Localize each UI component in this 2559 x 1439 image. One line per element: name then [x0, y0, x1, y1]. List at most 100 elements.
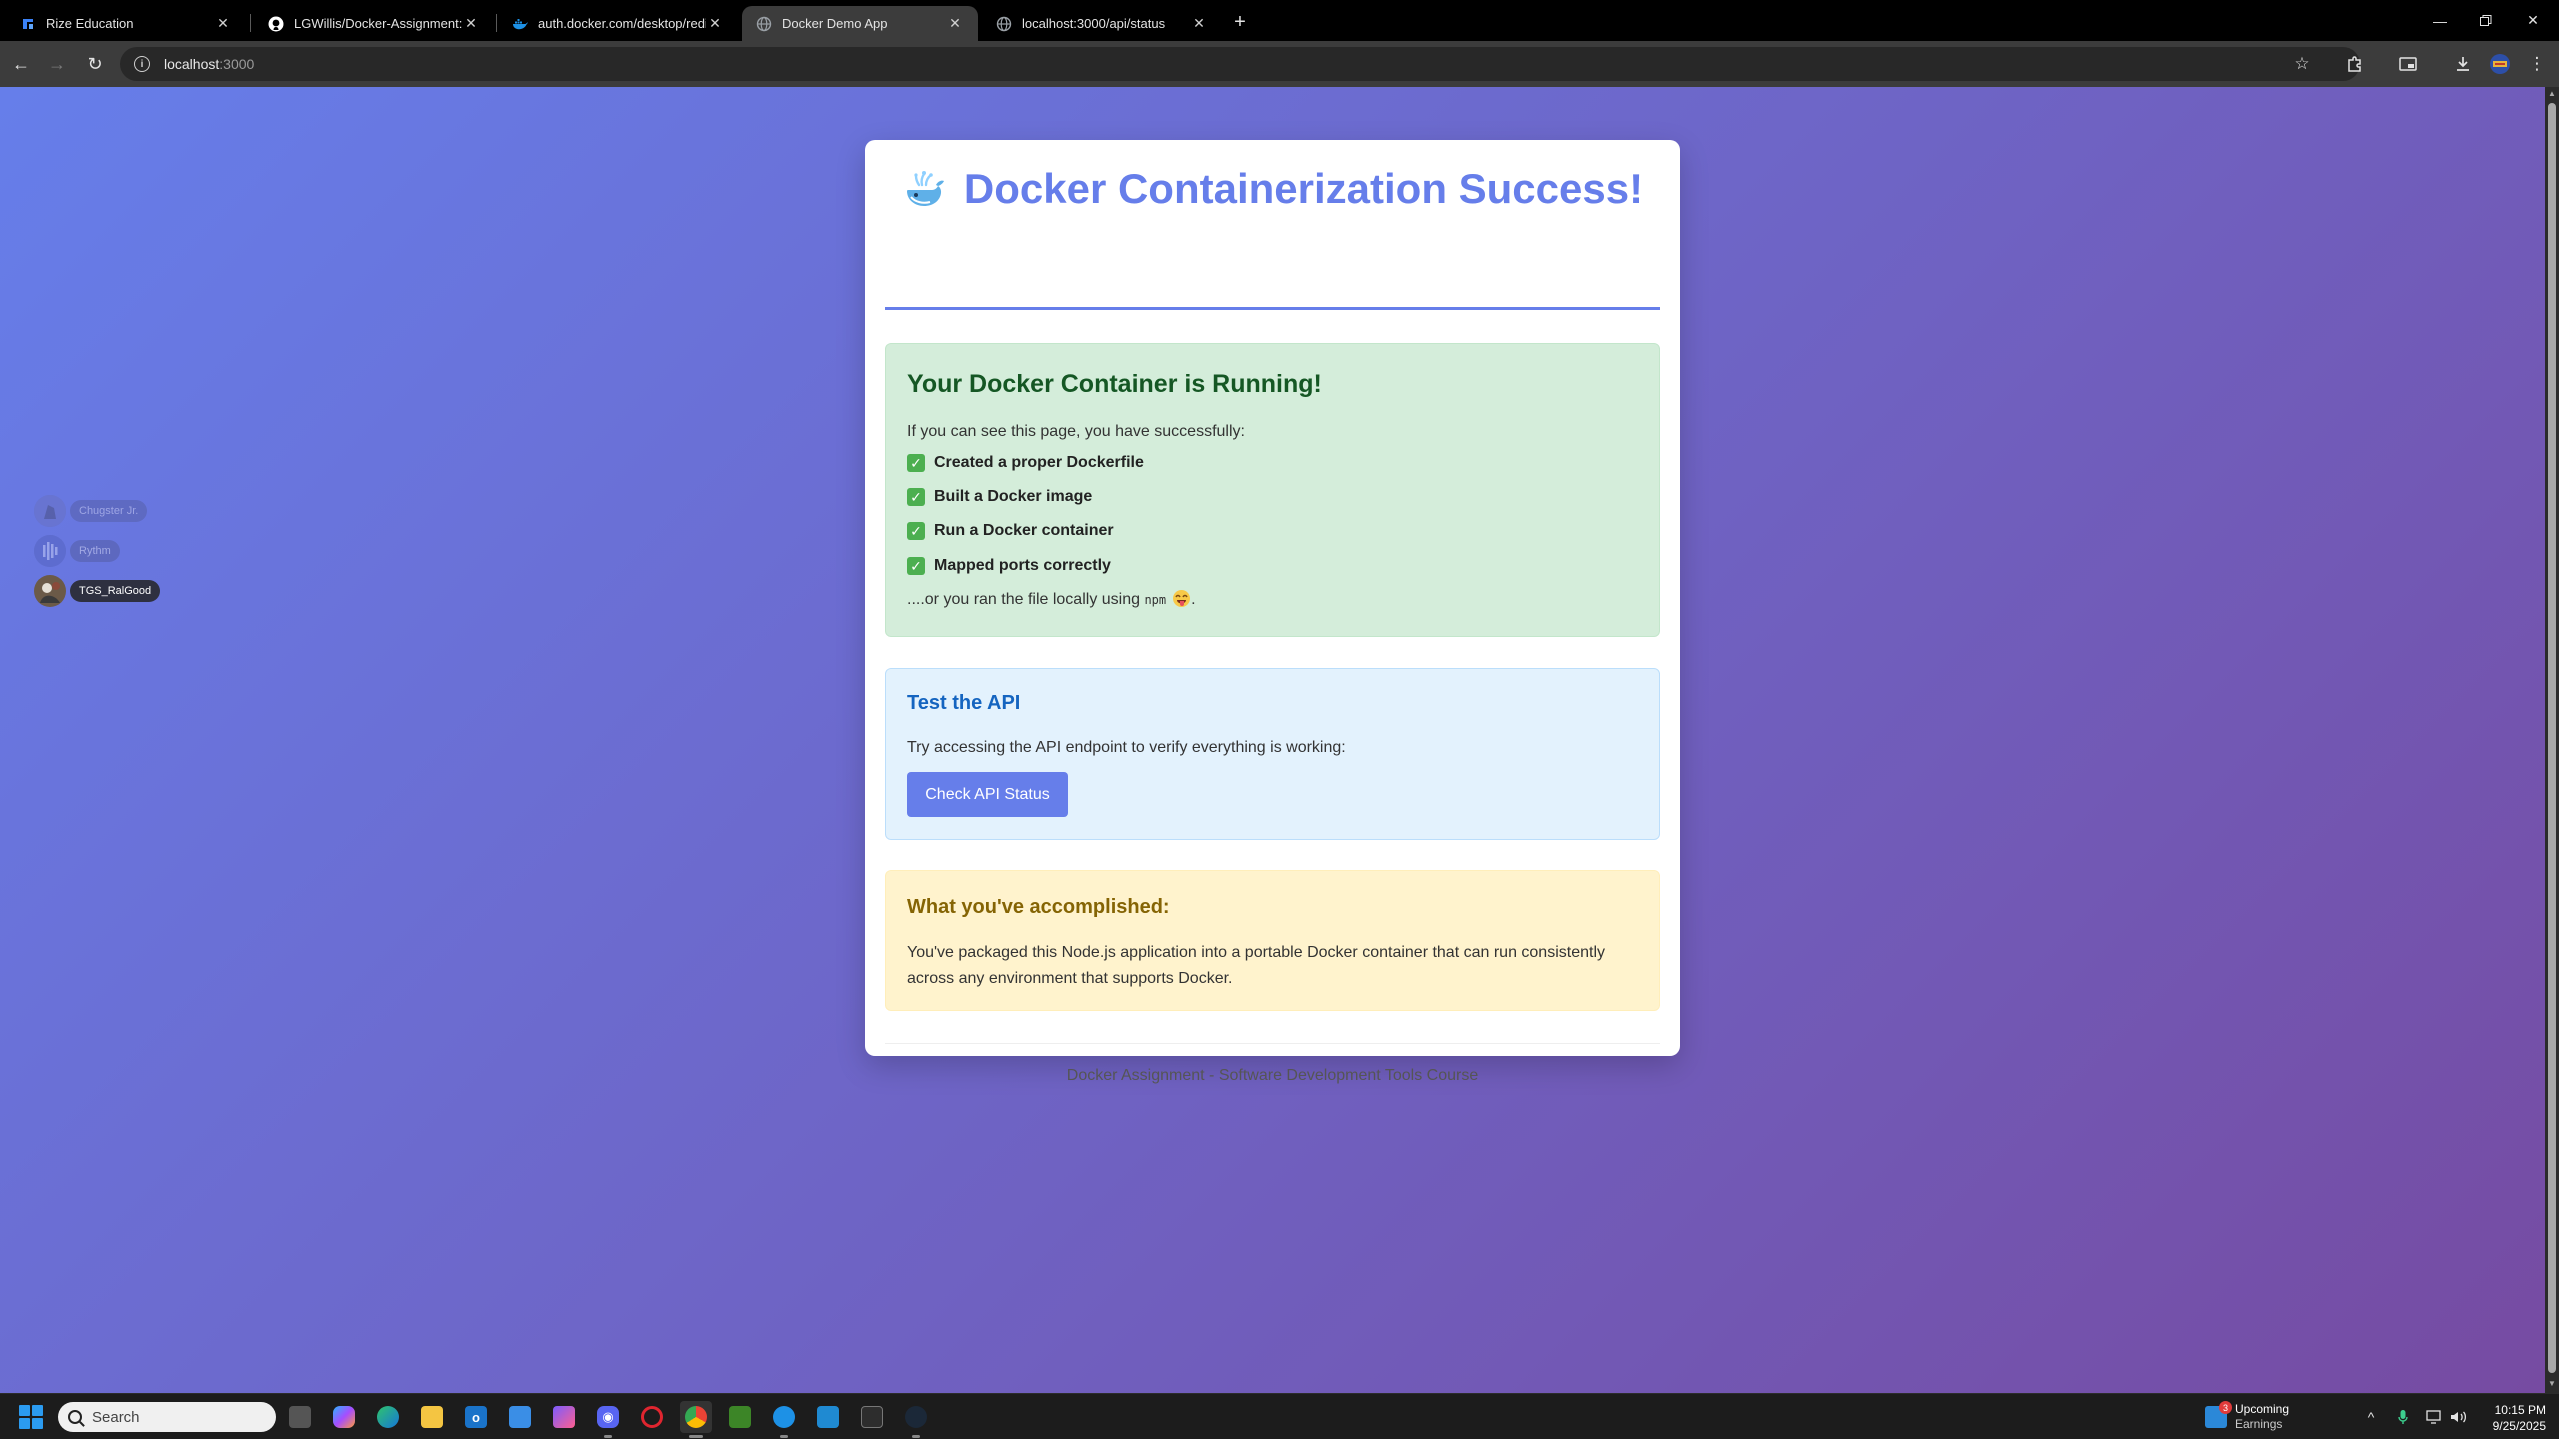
page-header: Docker Containerization Success!	[885, 165, 1660, 212]
local-run-prefix: ....or you ran the file locally using	[907, 591, 1145, 608]
globe-icon	[756, 16, 772, 32]
title-divider	[885, 307, 1660, 310]
search-icon	[68, 1410, 82, 1424]
page-viewport: Chugster Jr. Rythm TGS_RalGood Docker Co…	[0, 87, 2545, 1393]
copilot-icon[interactable]	[328, 1401, 360, 1433]
microsoft-store-icon[interactable]	[504, 1401, 536, 1433]
profile-avatar[interactable]	[2488, 52, 2512, 76]
clock-date: 9/25/2025	[2492, 1419, 2546, 1433]
opera-icon[interactable]	[636, 1401, 668, 1433]
check-icon: ✓	[907, 557, 925, 575]
stocks-icon: 3	[2205, 1401, 2232, 1428]
success-title: Your Docker Container is Running!	[907, 370, 1322, 398]
overlay-username: Rythm	[70, 540, 120, 562]
whale-icon	[902, 167, 946, 211]
terminal-icon[interactable]	[856, 1401, 888, 1433]
task-view-icon[interactable]	[284, 1401, 316, 1433]
back-icon[interactable]: ←	[8, 51, 34, 77]
widget-line1: Upcoming	[2235, 1402, 2290, 1416]
rize-icon	[20, 16, 36, 32]
file-explorer-icon[interactable]	[416, 1401, 448, 1433]
edge-icon[interactable]	[372, 1401, 404, 1433]
network-icon[interactable]	[2424, 1406, 2446, 1428]
tab-github[interactable]: LGWillis/Docker-Assignment: M ✕	[254, 6, 494, 41]
reload-icon[interactable]: ↻	[82, 51, 108, 77]
clock-time: 10:15 PM	[2494, 1403, 2546, 1417]
close-tab-icon[interactable]: ✕	[462, 15, 480, 33]
check-api-status-button[interactable]: Check API Status	[907, 772, 1068, 817]
outlook-icon[interactable]: o	[460, 1401, 492, 1433]
tab-title: Docker Demo App	[782, 16, 888, 31]
globe-icon	[996, 16, 1012, 32]
volume-icon[interactable]	[2448, 1406, 2470, 1428]
address-bar[interactable]: i localhost:3000	[120, 47, 2360, 81]
chrome-icon[interactable]	[680, 1401, 712, 1438]
github-icon	[268, 16, 284, 32]
minimize-icon[interactable]: —	[2417, 0, 2463, 41]
overlay-user: TGS_RalGood	[34, 574, 161, 608]
api-description: Try accessing the API endpoint to verify…	[907, 739, 1346, 756]
overlay-username: TGS_RalGood	[70, 580, 161, 602]
tab-docker-auth[interactable]: auth.docker.com/desktop/redir ✕	[498, 6, 738, 41]
accomplishment-panel: What you've accomplished: You've package…	[885, 870, 1660, 1011]
close-tab-icon[interactable]: ✕	[706, 15, 724, 33]
docker-icon	[512, 16, 528, 32]
scroll-up-icon[interactable]: ▲	[2547, 89, 2557, 99]
close-tab-icon[interactable]: ✕	[214, 15, 232, 33]
close-tab-icon[interactable]: ✕	[1190, 15, 1208, 33]
tab-api-status[interactable]: localhost:3000/api/status ✕	[982, 6, 1222, 41]
main-card: Docker Containerization Success! Your Do…	[865, 140, 1680, 1084]
accomplishment-title: What you've accomplished:	[907, 896, 1170, 918]
npm-code: npm	[1144, 593, 1167, 607]
new-tab-icon[interactable]: +	[1228, 10, 1252, 34]
avatar	[34, 535, 66, 567]
close-tab-icon[interactable]: ✕	[946, 15, 964, 33]
checklist-item: ✓ Run a Docker container	[907, 520, 1114, 542]
windows-start-icon[interactable]	[19, 1405, 43, 1429]
tab-title: auth.docker.com/desktop/redir	[538, 16, 706, 31]
success-intro: If you can see this page, you have succe…	[907, 423, 1245, 440]
footer-divider	[885, 1043, 1660, 1044]
checklist-item: ✓ Created a proper Dockerfile	[907, 452, 1144, 474]
local-run-suffix: .	[1191, 591, 1196, 608]
page-scrollbar[interactable]: ▲ ▼	[2545, 87, 2559, 1393]
download-icon[interactable]	[2451, 52, 2475, 76]
steam-icon[interactable]	[900, 1401, 932, 1438]
cast-icon[interactable]	[2396, 52, 2420, 76]
check-icon: ✓	[907, 488, 925, 506]
checklist-item: ✓ Built a Docker image	[907, 486, 1092, 508]
checklist-label: Built a Docker image	[934, 488, 1093, 505]
more-menu-icon[interactable]: ⋮	[2525, 52, 2549, 76]
accomplishment-text: You've packaged this Node.js application…	[907, 944, 1605, 987]
avatar	[34, 575, 66, 607]
restore-icon[interactable]	[2463, 0, 2509, 41]
copilot-app-icon[interactable]	[548, 1401, 580, 1433]
vscode-icon[interactable]	[812, 1401, 844, 1433]
forward-icon[interactable]: →	[44, 51, 70, 77]
minecraft-icon[interactable]	[724, 1401, 756, 1433]
tab-title: LGWillis/Docker-Assignment: M	[294, 16, 462, 31]
docker-desktop-icon[interactable]	[768, 1401, 800, 1438]
site-info-icon[interactable]: i	[134, 56, 150, 72]
scroll-down-icon[interactable]: ▼	[2547, 1379, 2557, 1389]
search-placeholder: Search	[92, 1408, 140, 1426]
checklist-label: Created a proper Dockerfile	[934, 454, 1144, 471]
tab-docker-demo-app[interactable]: Docker Demo App ✕	[742, 6, 978, 41]
news-widget[interactable]: 3 Upcoming Earnings	[2205, 1401, 2289, 1433]
overlay-username: Chugster Jr.	[70, 500, 148, 522]
bookmark-star-icon[interactable]: ☆	[2290, 52, 2314, 76]
tab-rize-education[interactable]: Rize Education ✕	[6, 6, 246, 41]
tab-strip: Rize Education ✕ LGWillis/Docker-Assignm…	[0, 0, 2559, 41]
extensions-icon[interactable]	[2343, 52, 2367, 76]
scrollbar-thumb[interactable]	[2548, 103, 2556, 1373]
close-window-icon[interactable]: ✕	[2510, 0, 2556, 41]
system-clock[interactable]: 10:15 PM 9/25/2025	[2478, 1402, 2546, 1434]
api-title: Test the API	[907, 692, 1021, 714]
microphone-icon[interactable]	[2392, 1406, 2414, 1428]
discord-icon[interactable]: ◉	[592, 1401, 624, 1438]
taskbar-search[interactable]: Search	[58, 1402, 276, 1432]
chevron-up-icon[interactable]: ^	[2360, 1406, 2382, 1428]
browser-toolbar: ← → ↻ i localhost:3000 ☆ ⋮	[0, 41, 2559, 87]
avatar	[34, 495, 66, 527]
api-panel: Test the API Try accessing the API endpo…	[885, 668, 1660, 840]
